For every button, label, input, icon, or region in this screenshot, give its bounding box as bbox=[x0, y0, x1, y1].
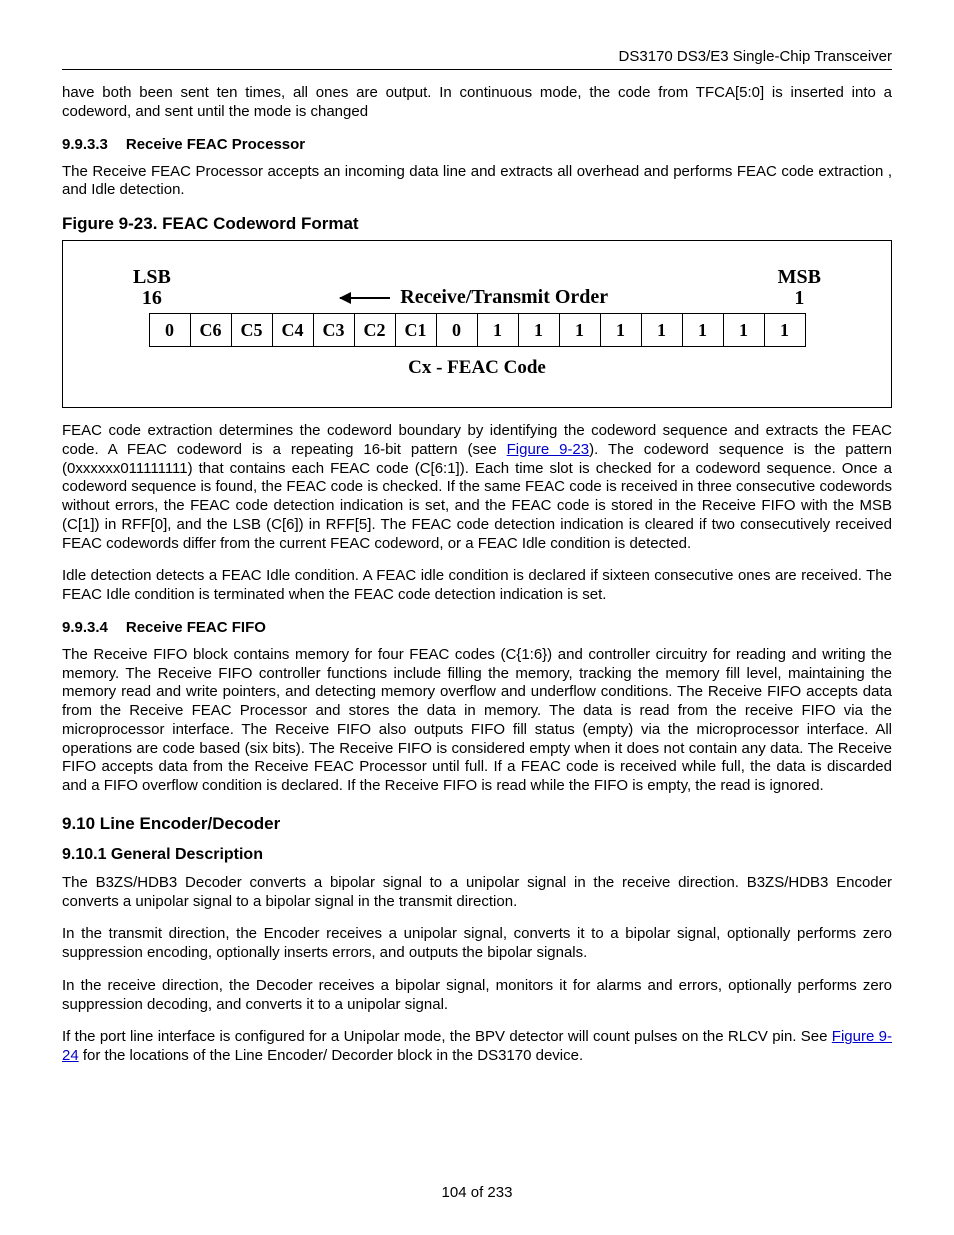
section-9-10-1-p4: If the port line interface is configured… bbox=[62, 1028, 892, 1066]
page-footer: 104 of 233 bbox=[0, 1184, 954, 1201]
bit-cell: C3 bbox=[313, 314, 354, 347]
bit-cell: 1 bbox=[559, 314, 600, 347]
feac-extraction-paragraph: FEAC code extraction determines the code… bbox=[62, 422, 892, 553]
intro-paragraph: have both been sent ten times, all ones … bbox=[62, 84, 892, 122]
figure-9-23-box: LSB 16 Receive/Transmit Order MSB 1 0 C6… bbox=[62, 240, 892, 408]
section-title-text: Receive FEAC Processor bbox=[126, 136, 305, 153]
cx-feac-code-label: Cx - FEAC Code bbox=[133, 357, 821, 379]
section-9-10-1-p1: The B3ZS/HDB3 Decoder converts a bipolar… bbox=[62, 874, 892, 912]
section-number: 9.9.3.3 bbox=[62, 136, 108, 153]
msb-pos: 1 bbox=[778, 288, 821, 309]
figure-top-row: LSB 16 Receive/Transmit Order MSB 1 bbox=[133, 267, 821, 309]
bit-cell: 1 bbox=[764, 314, 805, 347]
order-row: Receive/Transmit Order bbox=[181, 286, 768, 309]
idle-detection-paragraph: Idle detection detects a FEAC Idle condi… bbox=[62, 567, 892, 605]
bit-cell: C5 bbox=[231, 314, 272, 347]
bit-cell: C6 bbox=[190, 314, 231, 347]
rx-tx-order-label: Receive/Transmit Order bbox=[400, 286, 608, 309]
bit-cell: 1 bbox=[600, 314, 641, 347]
section-9-9-3-4-body: The Receive FIFO block contains memory f… bbox=[62, 646, 892, 796]
figure-9-23-title: Figure 9-23. FEAC Codeword Format bbox=[62, 214, 892, 234]
page-header: DS3170 DS3/E3 Single-Chip Transceiver bbox=[62, 48, 892, 69]
bit-cell: C1 bbox=[395, 314, 436, 347]
codeword-bit-table: 0 C6 C5 C4 C3 C2 C1 0 1 1 1 1 1 1 1 1 bbox=[149, 313, 806, 347]
bit-cell: 1 bbox=[477, 314, 518, 347]
lsb-label: LSB bbox=[133, 267, 171, 288]
section-title-text: Receive FEAC FIFO bbox=[126, 619, 266, 636]
section-9-9-3-3-title: 9.9.3.3 Receive FEAC Processor bbox=[62, 136, 892, 153]
msb-label: MSB bbox=[778, 267, 821, 288]
text: If the port line interface is configured… bbox=[62, 1028, 832, 1045]
bit-cell: 0 bbox=[436, 314, 477, 347]
bit-cell: 1 bbox=[518, 314, 559, 347]
section-9-9-3-4-title: 9.9.3.4 Receive FEAC FIFO bbox=[62, 619, 892, 636]
msb-label-group: MSB 1 bbox=[778, 267, 821, 309]
bit-cell: C2 bbox=[354, 314, 395, 347]
arrow-left-icon bbox=[340, 297, 390, 299]
header-rule bbox=[62, 69, 892, 70]
section-number: 9.9.3.4 bbox=[62, 619, 108, 636]
section-9-10-title: 9.10 Line Encoder/Decoder bbox=[62, 814, 892, 834]
section-9-10-1-p3: In the receive direction, the Decoder re… bbox=[62, 977, 892, 1015]
bit-cell: 1 bbox=[723, 314, 764, 347]
lsb-label-group: LSB 16 bbox=[133, 267, 171, 309]
bit-cell: 1 bbox=[682, 314, 723, 347]
lsb-pos: 16 bbox=[133, 288, 171, 309]
section-9-10-1-p2: In the transmit direction, the Encoder r… bbox=[62, 925, 892, 963]
section-9-10-1-title: 9.10.1 General Description bbox=[62, 846, 892, 864]
bit-cell: 1 bbox=[641, 314, 682, 347]
figure-9-23-link[interactable]: Figure 9-23 bbox=[507, 441, 589, 458]
bit-cell: 0 bbox=[149, 314, 190, 347]
bit-cell: C4 bbox=[272, 314, 313, 347]
section-9-9-3-3-body: The Receive FEAC Processor accepts an in… bbox=[62, 163, 892, 201]
text: for the locations of the Line Encoder/ D… bbox=[79, 1047, 583, 1064]
